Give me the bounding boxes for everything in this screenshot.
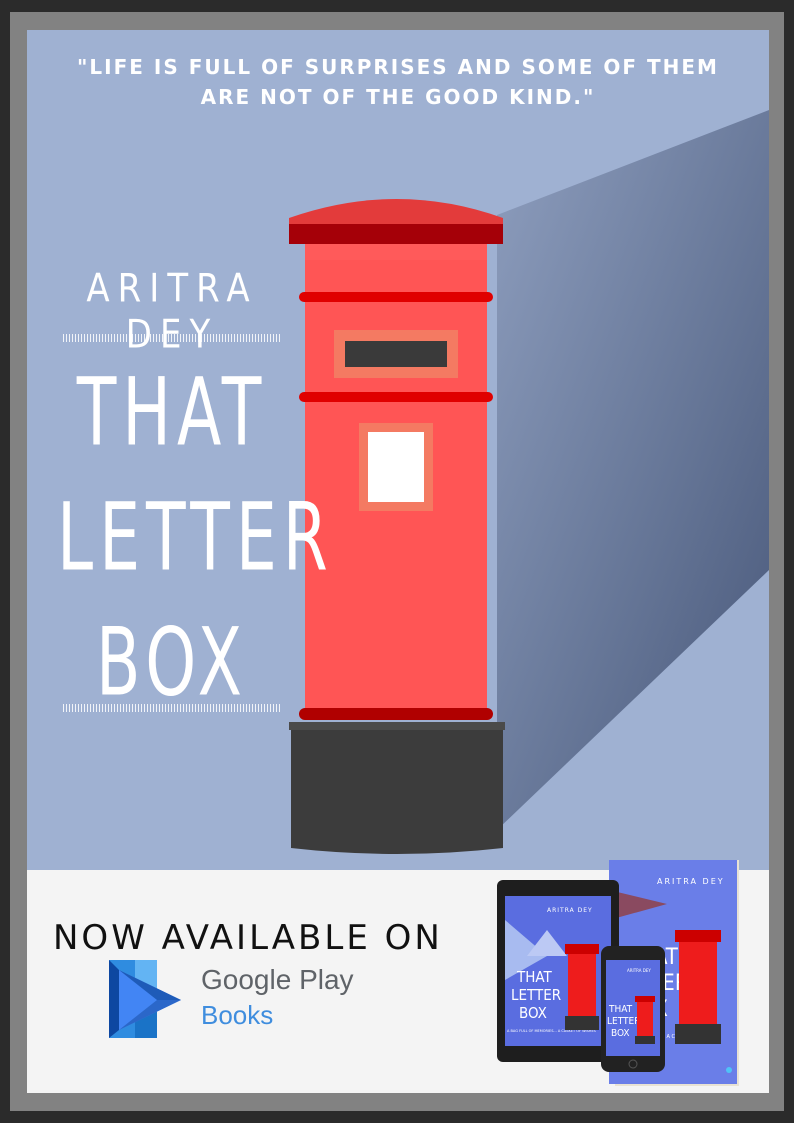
quote: "LIFE IS FULL OF SURPRISES AND SOME OF T… — [27, 52, 769, 112]
now-available-text: NOW AVAILABLE ON — [53, 918, 443, 958]
mailbox-cap-band — [289, 224, 503, 244]
title-line-3: BOX — [96, 607, 248, 717]
quote-line-2: ARE NOT OF THE GOOD KIND." — [200, 85, 596, 109]
title-line-1: THAT — [76, 357, 268, 467]
device-mockups: ARITRA DEY THAT LETTER BOX FULL OF MEMOR… — [497, 860, 739, 1086]
mailbox-plate — [368, 432, 424, 502]
google-play-label: Google Play — [201, 964, 354, 995]
poster-frame: "LIFE IS FULL OF SURPRISES AND SOME OF T… — [0, 0, 794, 1123]
tablet-title-1: THAT — [516, 968, 552, 986]
title-line-2: LETTER — [57, 482, 334, 592]
author-name: ARITRA DEY — [86, 266, 258, 358]
tablet-author: ARITRA DEY — [547, 907, 593, 914]
phone-title-2: LETTER — [607, 1016, 640, 1027]
book-author: ARITRA DEY — [657, 877, 725, 886]
phone-author: ARITRA DEY — [627, 968, 651, 973]
phone-title-3: BOX — [611, 1028, 630, 1039]
tablet-mockup: ARITRA DEY THAT LETTER BOX A BAG FULL OF… — [497, 880, 619, 1062]
tablet-title-2: LETTER — [511, 986, 561, 1004]
mailbox-ring — [299, 708, 493, 720]
quote-line-1: "LIFE IS FULL OF SURPRISES AND SOME OF T… — [77, 55, 719, 79]
decorative-rule-bottom — [63, 704, 281, 712]
phone-title-1: THAT — [608, 1004, 633, 1015]
availability-band: NOW AVAILABLE ON Google Play Books ARITR… — [27, 860, 769, 1093]
phone-mockup: ARITRA DEY THAT LETTER BOX — [601, 946, 665, 1072]
decorative-rule-top — [63, 334, 281, 342]
mailbox-shadow — [497, 110, 769, 830]
mailbox-ring — [299, 292, 493, 302]
google-play-books-icon[interactable] — [109, 960, 181, 1038]
books-label: Books — [201, 1000, 274, 1030]
mailbox-slot — [345, 341, 447, 367]
tablet-title-3: BOX — [519, 1004, 547, 1022]
poster: "LIFE IS FULL OF SURPRISES AND SOME OF T… — [27, 30, 769, 1093]
mailbox-base — [291, 726, 503, 854]
mailbox-ring — [299, 392, 493, 402]
